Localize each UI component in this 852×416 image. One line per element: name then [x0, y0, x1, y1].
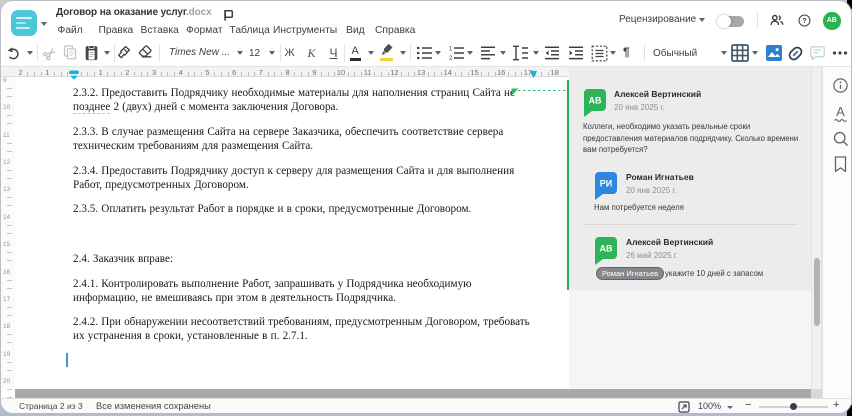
svg-text:РИ: РИ: [600, 179, 612, 189]
svg-text:А: А: [836, 104, 845, 119]
svg-text:АВ: АВ: [589, 96, 602, 106]
svg-text:АВ: АВ: [600, 244, 613, 254]
svg-text:2: 2: [449, 56, 453, 61]
svg-text:?: ?: [802, 16, 806, 25]
svg-text:1: 1: [449, 46, 453, 52]
